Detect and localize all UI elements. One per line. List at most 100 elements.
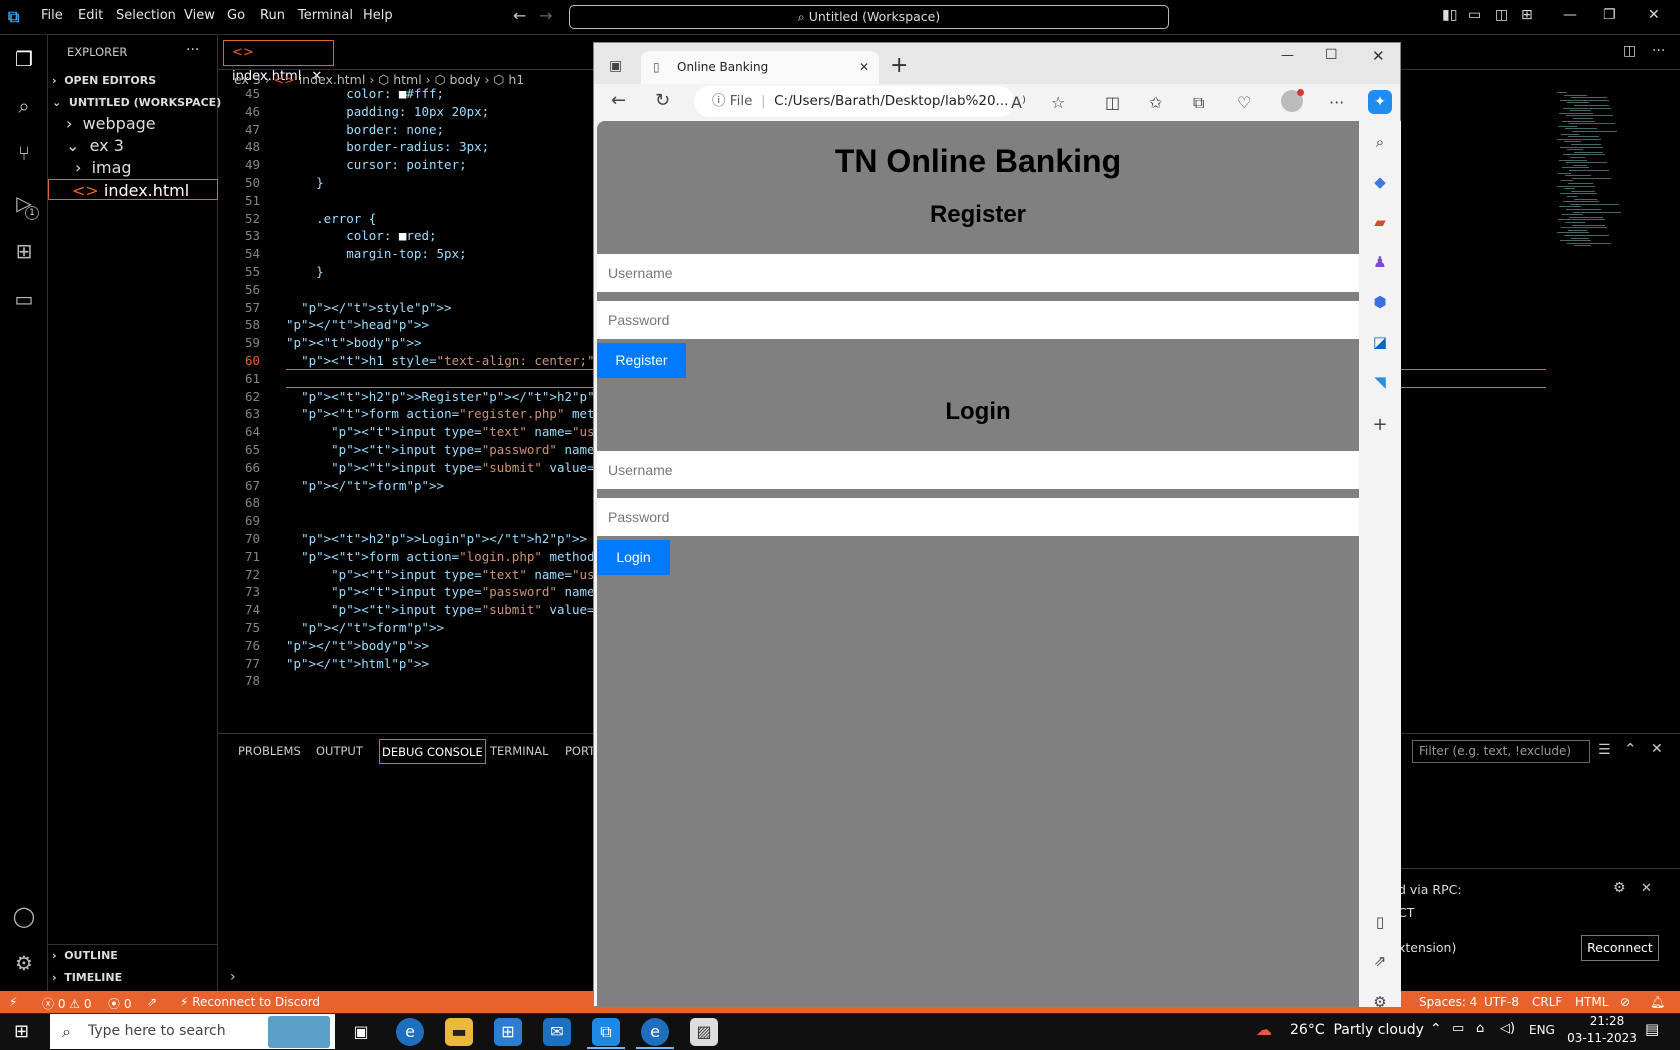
tab-problems[interactable]: PROBLEMS (238, 744, 301, 758)
tab-actions-icon[interactable]: ▣ (609, 58, 622, 74)
sidebar-settings-icon[interactable]: ⚙ (1370, 992, 1390, 1012)
notification-center-icon[interactable]: ▤ (1645, 1020, 1659, 1038)
tab-output[interactable]: OUTPUT (316, 744, 363, 758)
games-icon[interactable]: ♟ (1370, 252, 1390, 272)
login-username-input[interactable]: Username (597, 451, 1359, 489)
maximize-panel-icon[interactable]: ⌃ (1624, 740, 1637, 758)
minimize-icon[interactable]: — (1563, 7, 1577, 23)
menu-run[interactable]: Run (260, 8, 285, 23)
open-editors-section[interactable]: › OPEN EDITORS (52, 70, 222, 91)
toggle-secondary-sidebar-icon[interactable]: ◫ (1495, 7, 1508, 23)
close-tab-icon[interactable]: ✕ (859, 51, 869, 84)
settings-more-icon[interactable]: ··· (1329, 93, 1344, 112)
problems-count[interactable]: ⓧ 0 ⚠ 0 (42, 995, 92, 1012)
accounts-icon[interactable]: ◯ (11, 903, 37, 929)
breadcrumb-item[interactable]: h1 (508, 72, 524, 87)
tree-file-index-html[interactable]: <> index.html (48, 179, 218, 200)
tab-index-html[interactable]: <> index.html ✕ (223, 40, 334, 84)
add-sidebar-app-icon[interactable]: + (1370, 415, 1390, 435)
weather-status[interactable]: 26°C Partly cloudy (1290, 1022, 1424, 1038)
split-editor-icon[interactable]: ◫ (1623, 43, 1636, 59)
more-actions-icon[interactable]: ··· (186, 42, 199, 58)
tab-ports[interactable]: PORT (565, 744, 595, 758)
workspace-section[interactable]: ⌄ UNTITLED (WORKSPACE) (52, 92, 222, 113)
microsoft-store-icon[interactable]: ⊞ (494, 1018, 522, 1046)
timeline-section[interactable]: › TIMELINE (52, 967, 222, 988)
login-password-input[interactable]: Password (597, 498, 1359, 536)
sidebar-search-icon[interactable]: ⌕ (1370, 132, 1390, 152)
browser-close-icon[interactable]: ✕ (1372, 47, 1385, 65)
live-share-icon[interactable]: ⇗ (147, 995, 157, 1009)
menu-help[interactable]: Help (363, 8, 393, 23)
show-hidden-icons-icon[interactable]: ⌃ (1430, 1021, 1442, 1037)
copilot-icon[interactable]: ✦ (1368, 90, 1392, 114)
drop-icon[interactable]: ◥ (1370, 372, 1390, 392)
tab-terminal[interactable]: TERMINAL (490, 744, 548, 758)
photos-icon[interactable]: ▨ (690, 1018, 718, 1046)
browser-minimize-icon[interactable]: — (1281, 48, 1294, 63)
explorer-icon[interactable]: ❐ (11, 46, 37, 72)
toggle-panel-icon[interactable]: ▭ (1468, 7, 1481, 23)
eol-status[interactable]: CRLF (1532, 995, 1562, 1009)
register-password-input[interactable]: Password (597, 301, 1359, 339)
close-panel-icon[interactable]: ✕ (1651, 741, 1663, 757)
browser-maximize-icon[interactable]: ☐ (1325, 47, 1338, 63)
new-tab-icon[interactable]: + (890, 53, 908, 78)
microsoft-365-icon[interactable]: ⬢ (1370, 292, 1390, 312)
network-icon[interactable]: ⌂ (1476, 1021, 1484, 1036)
weather-icon[interactable]: ☁ (1256, 1020, 1272, 1039)
external-link-icon[interactable]: ⇗ (1370, 951, 1390, 971)
task-view-icon[interactable]: ▣ (347, 1018, 375, 1046)
shopping-tag-icon[interactable]: ◆ (1370, 172, 1390, 192)
code-editor[interactable]: 45 color: ■#fff; 46 padding: 10px 20px; 47… (218, 87, 593, 732)
menu-file[interactable]: File (41, 8, 63, 23)
ports-count[interactable]: ⦿ 0 (108, 995, 131, 1012)
remote-explorer-icon[interactable]: ▭ (11, 286, 37, 312)
outlook-icon[interactable]: ◪ (1370, 332, 1390, 352)
hide-sidebar-icon[interactable]: ▯ (1370, 912, 1390, 932)
language-mode-status[interactable]: HTML (1575, 995, 1608, 1009)
close-icon[interactable]: ✕ (1648, 7, 1660, 23)
collections-icon[interactable]: ⧉ (1193, 93, 1204, 113)
reconnect-button[interactable]: Reconnect (1581, 935, 1659, 961)
menu-terminal[interactable]: Terminal (298, 8, 353, 23)
more-actions-icon[interactable]: ··· (1652, 43, 1665, 59)
browser-tab-online-banking[interactable]: ▯ Online Banking ✕ (641, 51, 879, 84)
meet-now-icon[interactable]: ▭ (1452, 1021, 1464, 1036)
tools-icon[interactable]: ▰ (1370, 212, 1390, 232)
windows-start-icon[interactable]: ⊞ (14, 1021, 29, 1042)
breadcrumb-item[interactable]: html (393, 72, 421, 87)
clock-date[interactable]: 03-11-2023 (1562, 1031, 1642, 1045)
settings-gear-icon[interactable]: ⚙ (11, 950, 37, 976)
remote-indicator-icon[interactable]: ⚡ (9, 995, 17, 1009)
split-screen-icon[interactable]: ◫ (1105, 93, 1120, 112)
file-explorer-icon[interactable]: ▬ (445, 1018, 473, 1046)
minimap[interactable] (1553, 92, 1638, 252)
login-button[interactable]: Login (597, 540, 670, 575)
read-aloud-icon[interactable]: A⁾ (1011, 93, 1026, 112)
tab-debug-console[interactable]: DEBUG CONSOLE (379, 739, 486, 764)
browser-essentials-icon[interactable]: ♡ (1237, 93, 1251, 112)
notification-settings-gear-icon[interactable]: ⚙ (1613, 880, 1626, 896)
notification-close-icon[interactable]: ✕ (1641, 881, 1652, 896)
toggle-sidebar-icon[interactable]: ▮▯ (1442, 7, 1457, 23)
forward-arrow-icon[interactable]: → (539, 6, 552, 25)
browser-refresh-icon[interactable]: ↻ (655, 90, 670, 111)
discord-status[interactable]: ⚡ Reconnect to Discord (180, 995, 320, 1009)
input-language[interactable]: ENG (1529, 1023, 1555, 1037)
command-center[interactable]: ⌕ Untitled (Workspace) (569, 5, 1169, 29)
clock-time[interactable]: 21:28 (1577, 1014, 1637, 1028)
restore-icon[interactable]: ❐ (1603, 7, 1616, 23)
notifications-bell-icon[interactable]: 🔔︎ (1650, 995, 1665, 1009)
edge-icon[interactable]: e (396, 1018, 424, 1046)
browser-back-icon[interactable]: ← (611, 90, 626, 111)
encoding-status[interactable]: UTF-8 (1484, 995, 1519, 1009)
address-bar[interactable]: ⓘ File | C:/Users/Barath/Desktop/lab%20.… (694, 86, 1014, 117)
breadcrumb-item[interactable]: index.html (299, 72, 366, 87)
copilot-icon[interactable]: ⊘ (1620, 995, 1630, 1009)
debug-filter-input[interactable]: Filter (e.g. text, !exclude) (1412, 740, 1590, 763)
search-icon[interactable]: ⌕ (11, 93, 37, 119)
tree-folder-webpage[interactable]: › webpage (66, 113, 236, 134)
indentation-status[interactable]: Spaces: 4 (1419, 995, 1477, 1009)
menu-view[interactable]: View (184, 8, 215, 23)
